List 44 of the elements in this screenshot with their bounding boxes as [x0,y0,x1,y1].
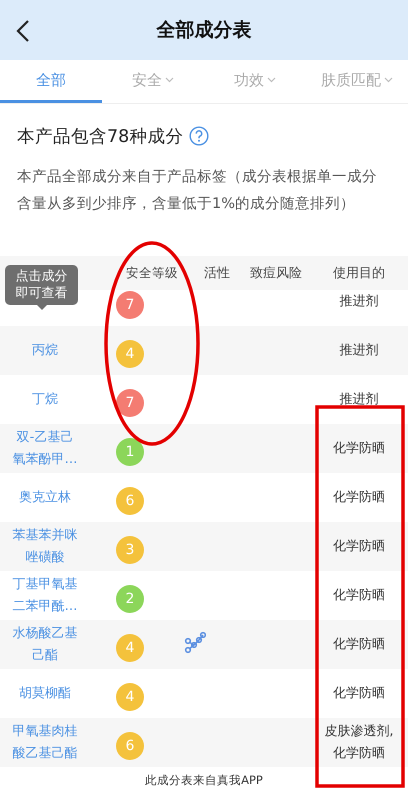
filter-tab[interactable]: 全部 [0,60,102,103]
safety-score: 7 [116,290,144,318]
source-note: 此成分表来自真我APP [145,772,263,788]
purpose-text: 化学防晒 [332,636,386,654]
column-header: 活性 [203,265,231,282]
column-header: 安全等级 [125,264,179,282]
safety-score: 4 [116,634,144,662]
tooltip: 点击成分即可查看 [5,265,78,310]
purpose-text: 化学防晒 [332,538,386,556]
purpose-text: 推进剂 [338,342,380,360]
safety-score: 4 [116,682,144,710]
safety-score: 2 [116,584,144,612]
safety-score: 1 [116,438,144,466]
purpose-text: 化学防晒 [332,684,386,702]
safety-score: 6 [116,732,144,760]
purpose-text: 推进剂 [338,390,380,408]
purpose-text: 化学防晒 [332,488,386,506]
ingredient-link[interactable]: 苯基苯并咪唑磺酸 [11,524,79,568]
ingredient-count: 本产品包含78种成分 [17,126,184,148]
ingredient-link[interactable]: 甲氧基肉桂酸乙基己酯 [11,720,79,764]
ingredient-link[interactable]: 胡莫柳酯 [11,682,79,704]
safety-score: 7 [116,388,144,416]
purpose-text: 化学防晒 [332,586,386,604]
column-header: 使用目的 [332,265,386,282]
filter-tab[interactable]: 安全 [102,60,204,103]
ingredient-link[interactable]: 奥克立林 [11,486,79,508]
back-icon[interactable] [16,19,30,43]
ingredient-link[interactable]: 丁基甲氧基二苯甲酰… [11,574,79,618]
column-header: 致痘风险 [249,265,303,282]
ingredient-link[interactable]: 丙烷 [11,340,79,362]
safety-score: 4 [116,340,144,368]
ingredient-link[interactable]: 水杨酸乙基己酯 [11,622,79,666]
safety-score: 3 [116,536,144,564]
filter-tab[interactable]: 肤质匹配 [306,60,408,103]
page-title: 全部成分表 [156,18,252,43]
help-icon[interactable] [189,126,210,146]
ingredient-link[interactable]: 双-乙基己氧苯酚甲… [11,426,79,470]
purpose-text: 皮肤渗透剂,化学防晒 [323,722,395,762]
safety-score: 6 [116,486,144,514]
purpose-text: 推进剂 [338,292,380,310]
purpose-text: 化学防晒 [332,440,386,458]
description-text: 本产品全部成分来自于产品标签（成分表根据单一成分含量从多到少排序，含量低于1%的成分随意排列） [17,168,378,214]
filter-tab[interactable]: 功效 [204,60,306,103]
ingredient-link[interactable]: 丁烷 [11,388,79,410]
